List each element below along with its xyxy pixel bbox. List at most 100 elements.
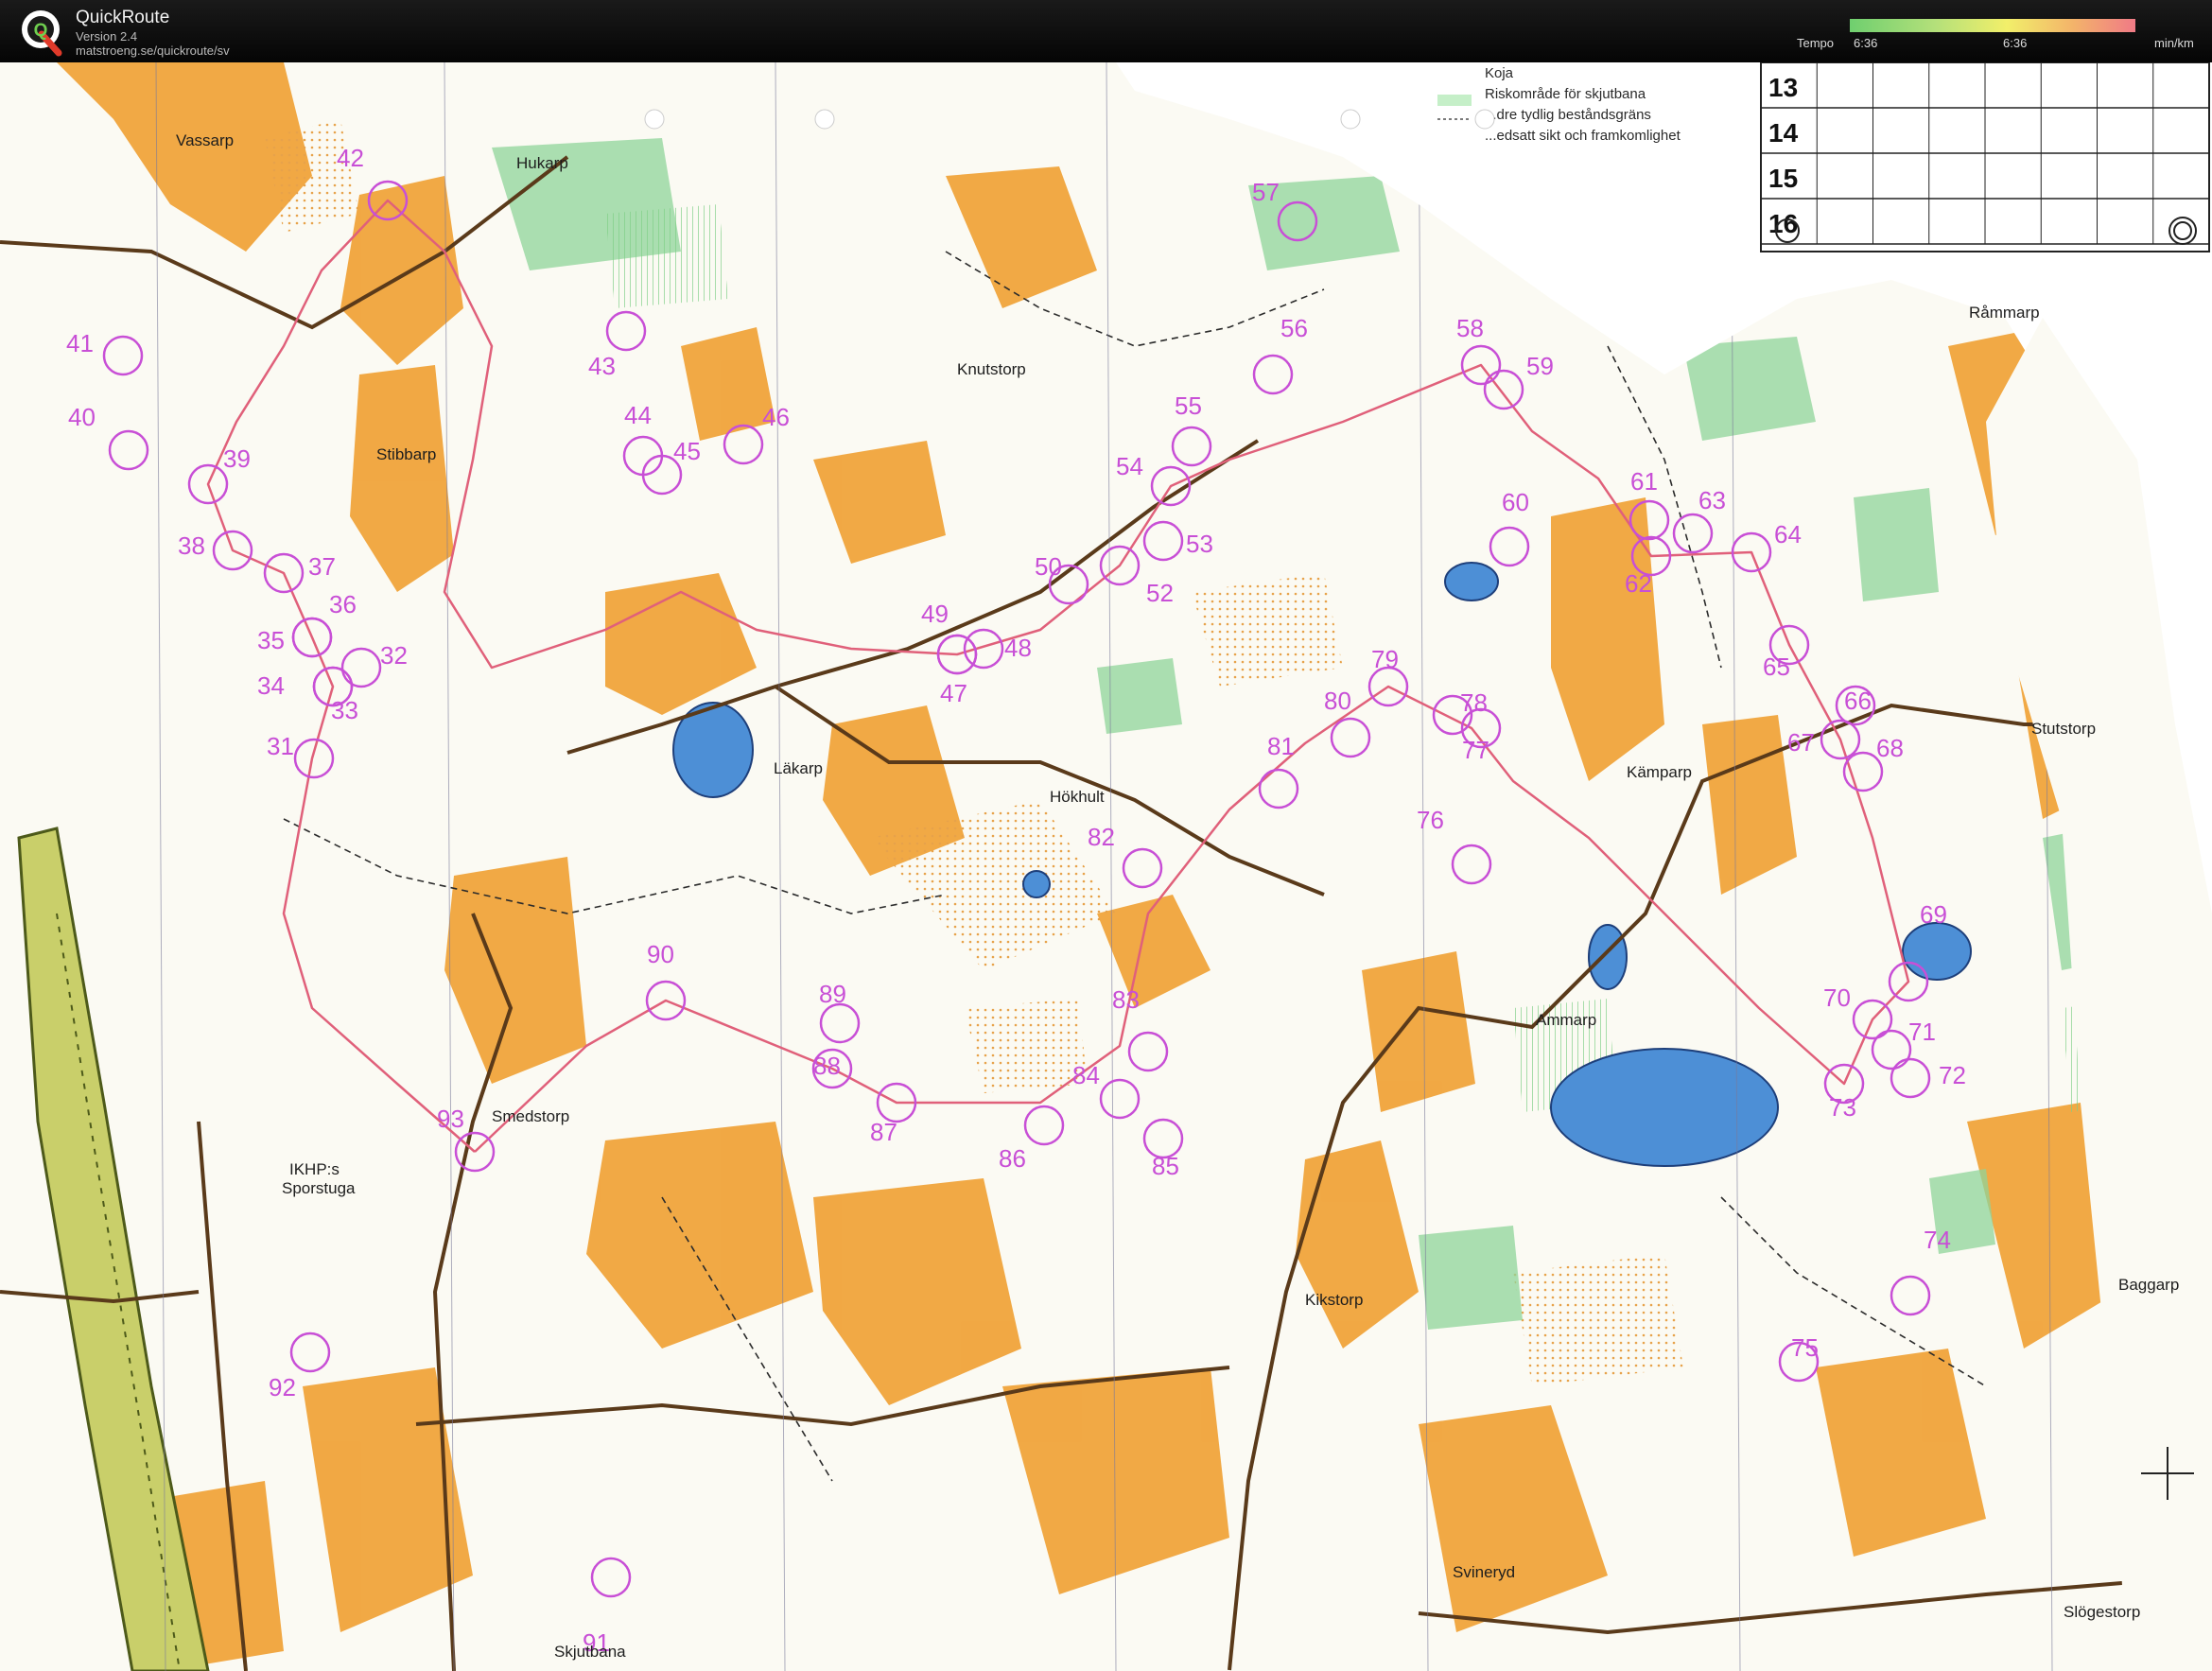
control-number-39: 39	[223, 444, 251, 473]
legend-item-bestandsgrans: ...dre tydlig beståndsgräns	[1485, 107, 1651, 123]
control-number-34: 34	[257, 671, 285, 700]
binder-hole-icon	[1474, 109, 1495, 130]
control-number-68: 68	[1876, 734, 1904, 762]
control-number-86: 86	[999, 1144, 1026, 1173]
lake	[1444, 562, 1499, 601]
logo-letter: Q	[34, 21, 48, 41]
control-number-59: 59	[1526, 352, 1554, 380]
place-name: Stutstorp	[2031, 720, 2096, 738]
legend-item-framkomlighet: ...edsatt sikt och framkomlighet	[1485, 128, 1681, 144]
control-number-45: 45	[673, 437, 701, 465]
control-number-40: 40	[68, 403, 96, 431]
control-number-92: 92	[269, 1373, 296, 1401]
control-grid-row-number: 14	[1768, 118, 1799, 148]
place-name: Smedstorp	[492, 1107, 569, 1125]
legend-item-koja: Koja	[1485, 65, 1514, 81]
control-grid-row-number: 16	[1768, 209, 1798, 238]
title-bar: Q QuickRoute Version 2.4 matstroeng.se/q…	[0, 0, 2212, 62]
control-number-66: 66	[1844, 687, 1872, 715]
lake	[1022, 870, 1051, 898]
control-number-43: 43	[588, 352, 616, 380]
control-number-84: 84	[1072, 1061, 1100, 1089]
legend-swatch-green	[1437, 95, 1472, 106]
lake	[1902, 922, 1972, 981]
tempo-label: Tempo	[1797, 36, 1835, 50]
control-number-83: 83	[1112, 985, 1140, 1014]
tempo-min-value: 6:36	[1854, 36, 1878, 50]
app-name: QuickRoute	[76, 8, 170, 27]
control-number-58: 58	[1456, 314, 1484, 342]
control-number-89: 89	[819, 980, 846, 1008]
place-name: Ammarp	[1536, 1011, 1596, 1029]
binder-hole-icon	[644, 109, 665, 130]
control-number-85: 85	[1152, 1152, 1179, 1180]
control-number-72: 72	[1939, 1061, 1966, 1089]
control-number-65: 65	[1763, 653, 1790, 681]
control-number-33: 33	[331, 696, 358, 724]
control-number-67: 67	[1787, 728, 1815, 757]
place-name: Baggarp	[2118, 1276, 2179, 1294]
control-number-57: 57	[1252, 178, 1280, 206]
legend-item-riskomrade: Riskområde för skjutbana	[1485, 86, 1646, 102]
map-view[interactable]: Koja Riskområde för skjutbana ...dre tyd…	[0, 62, 2212, 1671]
control-number-41: 41	[66, 329, 94, 357]
place-name: Kikstorp	[1305, 1291, 1363, 1309]
orienteering-map[interactable]: Koja Riskområde för skjutbana ...dre tyd…	[0, 62, 2212, 1671]
control-number-80: 80	[1324, 687, 1351, 715]
place-name: Slögestorp	[2064, 1603, 2140, 1621]
control-number-90: 90	[647, 940, 674, 968]
binder-hole-icon	[1340, 109, 1361, 130]
control-number-81: 81	[1267, 732, 1295, 760]
control-number-54: 54	[1116, 452, 1143, 480]
place-name: Svineryd	[1453, 1563, 1515, 1581]
tempo-max-value: 6:36	[2003, 36, 2028, 50]
control-grid-row-number: 13	[1768, 73, 1798, 102]
control-number-42: 42	[337, 144, 364, 172]
control-grid-row-number: 15	[1768, 164, 1798, 193]
control-number-76: 76	[1417, 806, 1444, 834]
control-number-69: 69	[1920, 900, 1947, 929]
place-name: Knutstorp	[957, 360, 1026, 378]
control-number-53: 53	[1186, 530, 1213, 558]
control-number-48: 48	[1004, 634, 1032, 662]
control-number-52: 52	[1146, 579, 1174, 607]
control-number-32: 32	[380, 641, 408, 670]
place-name: Hukarp	[516, 154, 568, 172]
app-version: Version 2.4	[76, 29, 138, 44]
control-number-70: 70	[1823, 983, 1851, 1012]
place-name: Läkarp	[774, 759, 823, 777]
control-number-38: 38	[178, 531, 205, 560]
control-number-82: 82	[1088, 823, 1115, 851]
control-number-74: 74	[1924, 1226, 1951, 1254]
lake	[1550, 1048, 1779, 1167]
control-number-63: 63	[1698, 486, 1726, 514]
control-number-75: 75	[1791, 1333, 1819, 1362]
lake	[1588, 924, 1628, 990]
control-number-78: 78	[1460, 688, 1488, 717]
control-number-55: 55	[1175, 392, 1202, 420]
control-number-62: 62	[1625, 569, 1652, 598]
control-number-31: 31	[267, 732, 294, 760]
tempo-color-bar	[1850, 19, 2135, 32]
place-name: Kämparp	[1627, 763, 1692, 781]
control-description-grid: 13 14 15 16	[1760, 62, 2210, 252]
control-number-44: 44	[624, 401, 652, 429]
control-number-56: 56	[1280, 314, 1308, 342]
control-number-36: 36	[329, 590, 357, 618]
control-number-37: 37	[308, 552, 336, 581]
control-number-79: 79	[1371, 645, 1399, 673]
app-url[interactable]: matstroeng.se/quickroute/sv	[76, 44, 230, 58]
binder-hole-icon	[814, 109, 835, 130]
quickroute-logo-icon: Q	[22, 10, 62, 57]
control-number-35: 35	[257, 626, 285, 654]
control-number-88: 88	[813, 1052, 841, 1080]
control-number-46: 46	[762, 403, 790, 431]
control-number-87: 87	[870, 1118, 897, 1146]
tempo-legend: Tempo 6:36 6:36 min/km	[1797, 13, 2203, 55]
place-name: IKHP:s	[289, 1160, 340, 1178]
place-name: Sporstuga	[282, 1179, 356, 1197]
place-name: Råmmarp	[1969, 304, 2040, 322]
control-number-61: 61	[1630, 467, 1658, 496]
control-number-47: 47	[940, 679, 967, 707]
place-name: Hökhult	[1050, 788, 1105, 806]
